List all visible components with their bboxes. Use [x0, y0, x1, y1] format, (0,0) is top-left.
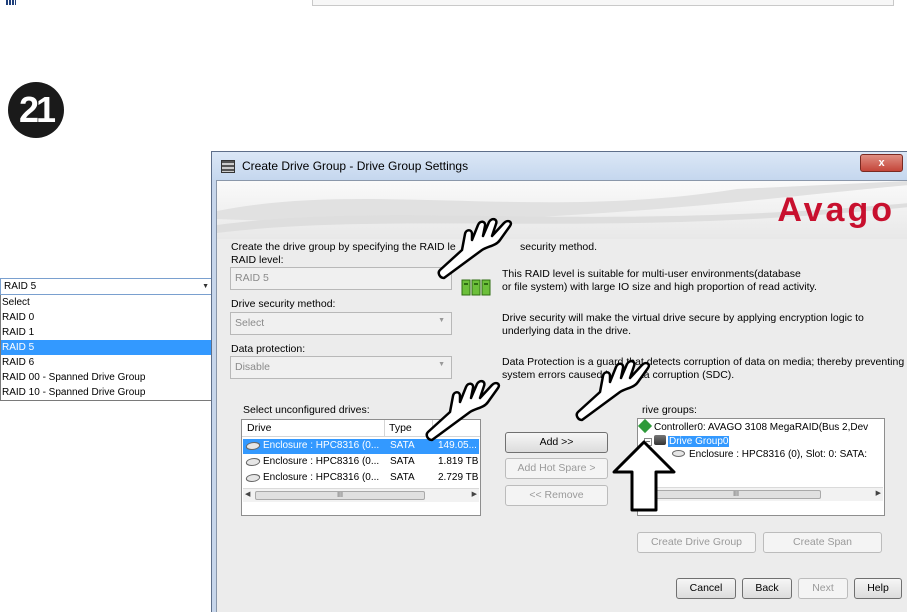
column-type[interactable]: Type [389, 422, 412, 434]
column-drive[interactable]: Drive [247, 422, 272, 434]
member-drive-label: Enclosure : HPC8316 (0), Slot: 0: SATA: [689, 449, 868, 460]
top-strip [0, 0, 907, 14]
header-banner: Avago [217, 181, 907, 239]
tree-member-drive[interactable]: Enclosure : HPC8316 (0), Slot: 0: SATA: [672, 449, 867, 460]
dialog-content: Avago Create the drive group by specifyi… [216, 180, 907, 612]
drive-cell: Enclosure : HPC8316 (0... [263, 456, 380, 467]
protection-help-line1: Data Protection is a guard that detects … [502, 356, 905, 368]
raid-level-options: Select RAID 0 RAID 1 RAID 5 RAID 6 RAID … [0, 295, 212, 401]
pointing-hand-icon [575, 359, 651, 422]
pointing-hand-icon [425, 379, 501, 442]
pointing-hand-icon [437, 217, 513, 280]
raid-level-selected-text: RAID 5 [4, 281, 37, 292]
storage-app-icon [221, 160, 235, 173]
data-protection-value: Disable [235, 361, 271, 373]
raid-option-select[interactable]: Select [1, 295, 211, 310]
next-button[interactable]: Next [798, 578, 848, 599]
close-button[interactable]: x [860, 154, 903, 172]
tree-controller[interactable]: Controller0: AVAGO 3108 MegaRAID(Bus 2,D… [637, 418, 869, 434]
create-drive-group-dialog: Create Drive Group - Drive Group Setting… [211, 151, 907, 612]
chevron-down-icon: ▼ [438, 317, 445, 324]
previous-window-edge [312, 0, 894, 6]
intro-text-right: security method. [520, 241, 598, 253]
dialog-title: Create Drive Group - Drive Group Setting… [242, 159, 469, 173]
security-help-line2: underlying data in the drive. [502, 325, 631, 337]
scroll-thumb[interactable]: III [255, 491, 425, 500]
security-help-line1: Drive security will make the virtual dri… [502, 312, 864, 324]
chevron-down-icon: ▼ [438, 361, 445, 368]
data-protection-label: Data protection: [231, 343, 306, 355]
scroll-right-icon[interactable]: ▶ [472, 490, 477, 498]
raid-option-raid10[interactable]: RAID 10 - Spanned Drive Group [1, 385, 211, 400]
intro-text-left: Create the drive group by specifying the… [231, 241, 456, 253]
dialog-title-bar[interactable]: Create Drive Group - Drive Group Setting… [212, 152, 907, 180]
scroll-left-icon[interactable]: ◀ [245, 490, 250, 498]
raid-help-line2: or file system) with large IO size and h… [502, 281, 817, 293]
controller-label: Controller0: AVAGO 3108 MegaRAID(Bus 2,D… [654, 422, 869, 433]
chevron-down-icon[interactable]: ▼ [202, 283, 209, 290]
raid-level-combo[interactable]: RAID 5 [230, 267, 452, 290]
disk-drive-icon [244, 474, 262, 482]
remove-button[interactable]: << Remove [505, 485, 608, 506]
raid-option-raid5[interactable]: RAID 5 [1, 340, 211, 355]
drive-cell: Enclosure : HPC8316 (0... [263, 440, 380, 451]
horizontal-scrollbar[interactable]: ◀ III ▶ [243, 488, 479, 502]
raid-level-label: RAID level: [231, 254, 284, 266]
scroll-thumb[interactable]: III [651, 490, 821, 499]
avago-logo: Avago [777, 191, 895, 229]
drive-group-label: Drive Group0 [668, 436, 730, 447]
window-icon [6, 0, 16, 5]
security-method-label: Drive security method: [231, 298, 336, 310]
type-cell: SATA [390, 440, 415, 451]
column-separator [384, 420, 385, 437]
unconfigured-drives-label: Select unconfigured drives: [243, 404, 370, 416]
table-row[interactable]: Enclosure : HPC8316 (0... SATA 2.729 TB [243, 471, 479, 486]
arrow-up-icon [612, 440, 676, 512]
raid-level-dropdown-expanded[interactable]: RAID 5 ▼ Select RAID 0 RAID 1 RAID 5 RAI… [0, 278, 212, 401]
type-cell: SATA [390, 472, 415, 483]
data-protection-combo[interactable]: Disable ▼ [230, 356, 452, 379]
raid-option-raid1[interactable]: RAID 1 [1, 325, 211, 340]
disk-drive-icon [244, 458, 262, 466]
add-hot-spare-button[interactable]: Add Hot Spare > [505, 458, 608, 479]
raid-level-value: RAID 5 [235, 272, 269, 284]
raid-option-raid0[interactable]: RAID 0 [1, 310, 211, 325]
raid-help-line1: This RAID level is suitable for multi-us… [502, 268, 801, 280]
raid-option-raid00[interactable]: RAID 00 - Spanned Drive Group [1, 370, 211, 385]
create-span-button[interactable]: Create Span [763, 532, 882, 553]
back-button[interactable]: Back [742, 578, 792, 599]
disk-drive-icon [244, 442, 262, 450]
step-number-badge: 21 [8, 82, 64, 138]
raid-level-select-box[interactable]: RAID 5 ▼ [0, 278, 212, 295]
scroll-right-icon[interactable]: ▶ [876, 489, 881, 497]
security-method-combo[interactable]: Select ▼ [230, 312, 452, 335]
security-method-value: Select [235, 317, 265, 329]
create-drive-group-button[interactable]: Create Drive Group [637, 532, 756, 553]
type-cell: SATA [390, 456, 415, 467]
size-cell: 2.729 TB [438, 472, 479, 483]
drive-cell: Enclosure : HPC8316 (0... [263, 472, 380, 483]
raid-option-raid6[interactable]: RAID 6 [1, 355, 211, 370]
cancel-button[interactable]: Cancel [676, 578, 736, 599]
help-button[interactable]: Help [854, 578, 902, 599]
